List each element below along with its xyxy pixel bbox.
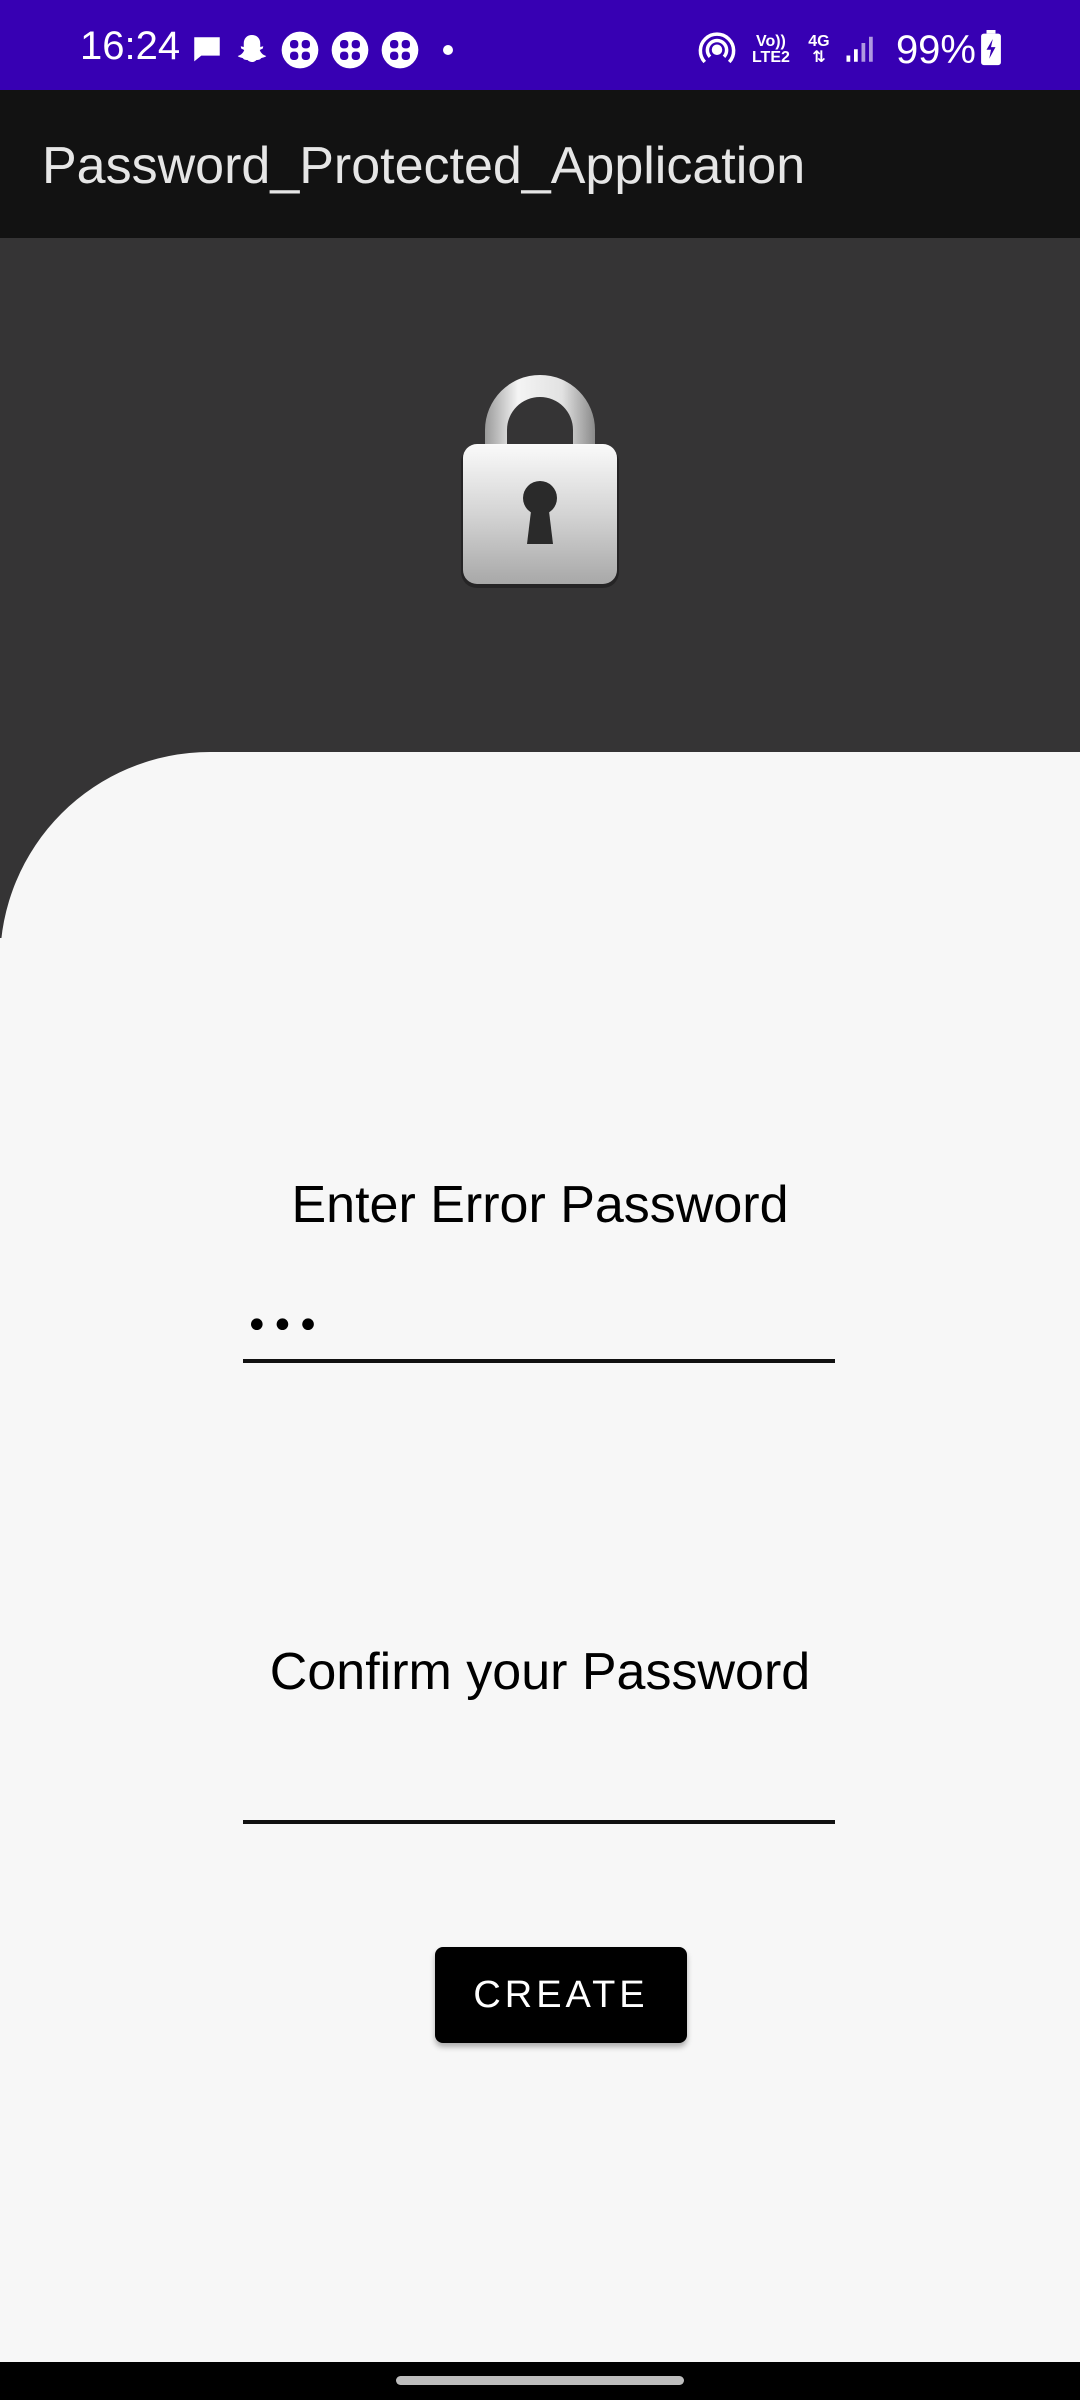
app-grid-icon — [380, 30, 420, 75]
confirm-password-input[interactable] — [243, 1754, 835, 1824]
status-system-icons: Vo)) LTE2 4G ⇅ 99% — [696, 28, 1002, 72]
volte-label: Vo)) LTE2 — [748, 34, 794, 66]
app-grid-icon — [330, 30, 370, 75]
network-4g-text: 4G — [808, 33, 830, 50]
snapchat-icon — [234, 32, 270, 73]
battery-charging-icon — [980, 29, 1002, 71]
status-time: 16:24 — [80, 24, 181, 68]
form-sheet — [0, 752, 1080, 2362]
signal-icon — [844, 32, 874, 69]
status-bar: 16:24 Vo)) LTE2 4G ⇅ 99% — [0, 0, 1080, 90]
navigation-bar — [0, 2362, 1080, 2400]
create-button[interactable]: CREATE — [435, 1947, 687, 2043]
screen: 16:24 Vo)) LTE2 4G ⇅ 99% Password_Protec… — [0, 0, 1080, 2400]
app-title: Password_Protected_Application — [42, 137, 806, 195]
confirm-password-label: Confirm your Password — [269, 1643, 811, 1701]
app-grid-icon — [280, 30, 320, 75]
network-4g-label: 4G ⇅ — [808, 33, 830, 66]
volte-text: Vo)) LTE2 — [751, 33, 790, 66]
status-notification-icons — [190, 30, 464, 75]
home-gesture-handle[interactable] — [396, 2376, 684, 2385]
dot-icon — [442, 43, 454, 61]
app-bar: Password_Protected_Application — [0, 90, 1080, 238]
message-icon — [190, 33, 224, 72]
lock-icon — [455, 368, 625, 593]
battery-percent: 99% — [895, 28, 976, 72]
hotspot-icon — [696, 27, 738, 74]
password-label: Enter Error Password — [291, 1176, 789, 1234]
password-input[interactable] — [243, 1293, 835, 1363]
